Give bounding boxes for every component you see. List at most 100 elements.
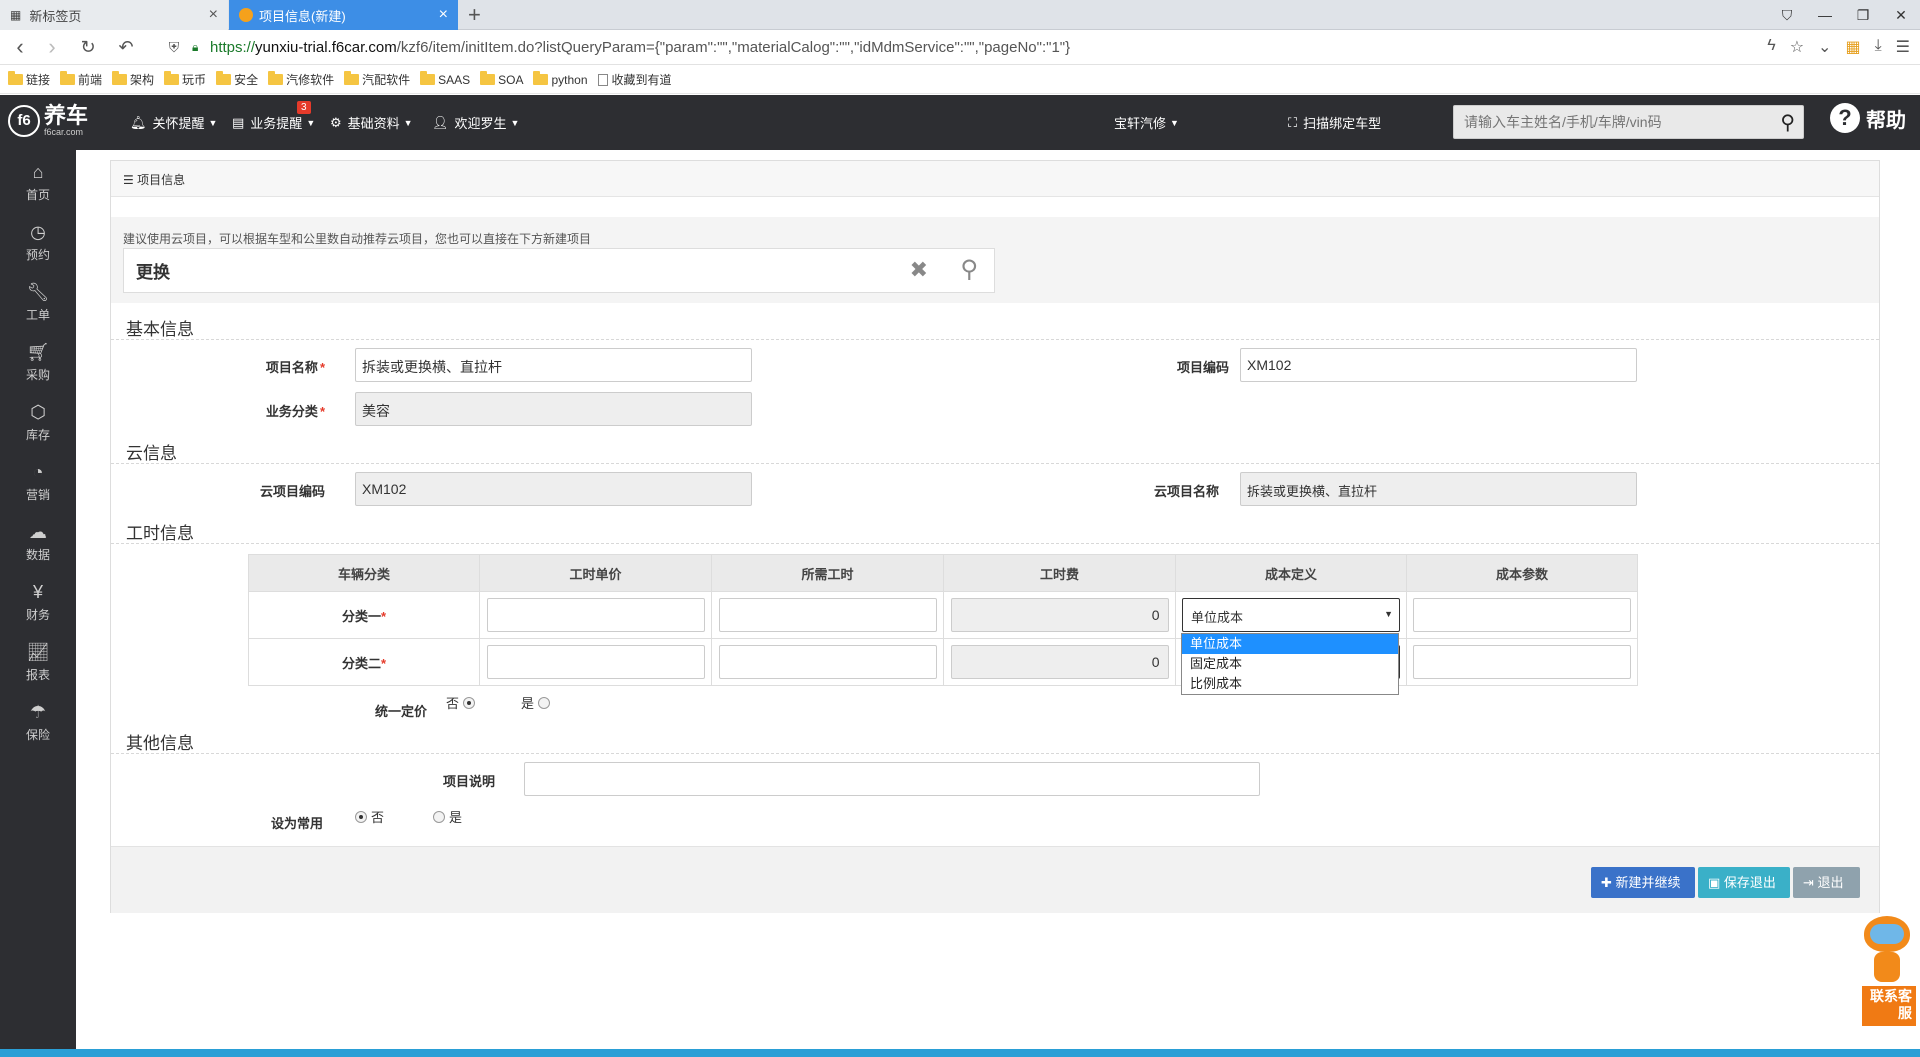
sidebar-item-booking[interactable]: ◷ 预约 [0, 210, 76, 270]
bookmark-link[interactable]: 收藏到有道 [597, 71, 672, 88]
shirt-icon[interactable]: ⛉ [1768, 0, 1806, 30]
bookmark-folder[interactable]: 前端 [60, 71, 102, 88]
browser-tab-new[interactable]: ▦ 新标签页 × [0, 0, 228, 30]
lock-icon: 🔒︎ [192, 40, 199, 54]
nav-care[interactable]: 🔔︎ 关怀提醒 ▼ [130, 95, 217, 150]
desc-input[interactable] [524, 762, 1260, 796]
star-icon[interactable]: ☆ [1790, 37, 1804, 57]
radio-unchecked[interactable] [538, 696, 551, 709]
sidebar-item-insurance[interactable]: ☂︎ 保险 [0, 690, 76, 750]
unit-price-input[interactable] [486, 598, 705, 632]
menu-icon[interactable]: ☰ [1896, 37, 1910, 57]
clear-icon[interactable]: ✖ [910, 257, 928, 283]
undo-icon[interactable]: ↶ [112, 35, 140, 59]
dropdown-option[interactable]: 比例成本 [1182, 674, 1398, 694]
category-select[interactable]: 美容 [355, 392, 752, 426]
item-name-input[interactable]: 拆装或更换横、直拉杆 [355, 348, 752, 382]
lightning-icon[interactable]: ϟ [1767, 37, 1775, 57]
user-icon: 👤︎ [432, 114, 449, 130]
labor-fee-input: 0 [950, 645, 1169, 679]
close-window-icon[interactable]: ✕ [1882, 0, 1920, 30]
back-icon[interactable]: ‹ [6, 35, 34, 59]
sidebar-item-report[interactable]: 📈︎ 报表 [0, 630, 76, 690]
search-icon[interactable]: ⚲ [960, 255, 978, 284]
unified-yes-radio[interactable]: 是 [521, 693, 551, 712]
sidebar: ⌂ 首页 ◷ 预约 🔧︎ 工单 🛒︎ 采购 ⬡ 库存 ◔ 营销 ☁︎ 数据 ¥ 财务 📈︎ 报表 … [0, 150, 76, 1057]
store-selector[interactable]: 宝轩汽修 ▼ [1114, 95, 1179, 150]
caret-down-icon: ▼ [208, 117, 218, 128]
search-icon[interactable]: ⚲ [1780, 110, 1795, 135]
gear-icon: ⚙ [330, 114, 342, 130]
minimize-icon[interactable]: — [1806, 0, 1844, 30]
document-icon: ▤ [232, 114, 245, 130]
chevron-down-icon[interactable]: ⌄ [1818, 37, 1831, 57]
home-icon: ⌂ [32, 162, 44, 182]
cost-def-select[interactable]: 单位成本 ▼ [1182, 598, 1400, 632]
scan-bind-button[interactable]: ⛶ 扫描绑定车型 [1288, 95, 1381, 150]
download-icon[interactable]: ⤓ [1875, 37, 1882, 57]
sidebar-item-home[interactable]: ⌂ 首页 [0, 150, 76, 210]
col-cost-def: 成本定义 [1175, 554, 1407, 592]
table-row: 分类二* 0 ▼ [248, 638, 1638, 686]
common-no-radio[interactable]: 否 [355, 807, 384, 826]
common-yes-radio[interactable]: 是 [433, 807, 462, 826]
bookmark-folder[interactable]: 架构 [112, 71, 154, 88]
close-icon[interactable]: × [439, 6, 448, 24]
divider [111, 339, 1879, 340]
dropdown-option[interactable]: 固定成本 [1182, 654, 1398, 674]
bookmark-folder[interactable]: python [533, 71, 588, 87]
exit-button[interactable]: ⇥ 退出 [1793, 867, 1860, 898]
radio-checked[interactable] [355, 810, 367, 823]
reload-icon[interactable]: ↻ [74, 35, 102, 59]
sidebar-item-finance[interactable]: ¥ 财务 [0, 570, 76, 630]
radio-unchecked[interactable] [433, 810, 445, 823]
url-field[interactable]: https://yunxiu-trial.f6car.com/kzf6/item… [210, 39, 1070, 56]
section-labor-title: 工时信息 [126, 524, 194, 543]
nav-basic[interactable]: ⚙ 基础资料 ▼ [330, 95, 413, 150]
bookmark-folder[interactable]: 汽配软件 [344, 71, 410, 88]
app-logo[interactable]: f6 养车 f6car.com [8, 105, 88, 137]
unit-price-input[interactable] [486, 645, 705, 679]
logo-text: 养车 [44, 103, 89, 128]
f6-favicon-icon [239, 8, 253, 22]
help-button[interactable]: ? 帮助 [1830, 103, 1906, 133]
forward-icon[interactable]: › [38, 35, 66, 59]
item-form-panel: ☰ 项目信息 建议使用云项目，可以根据车型和公里数自动推荐云项目，您也可以直接在… [110, 160, 1880, 913]
new-tab-icon[interactable]: + [468, 2, 481, 28]
chart-icon: 📈︎ [26, 642, 50, 662]
unified-no-radio[interactable]: 否 [446, 693, 476, 712]
apps-icon[interactable]: ▦ [1845, 37, 1860, 57]
bookmark-folder[interactable]: 玩币 [164, 71, 206, 88]
item-code-input[interactable]: XM102 [1240, 348, 1637, 382]
cloud-search-input[interactable] [124, 249, 824, 292]
sidebar-item-marketing[interactable]: ◔ 营销 [0, 450, 76, 510]
close-icon[interactable]: × [209, 6, 218, 24]
radio-checked[interactable] [463, 696, 476, 709]
save-exit-button[interactable]: ▣ 保存退出 [1698, 867, 1790, 898]
sidebar-item-workorder[interactable]: 🔧︎ 工单 [0, 270, 76, 330]
cost-param-input[interactable] [1413, 598, 1631, 632]
hours-input[interactable] [718, 645, 937, 679]
caret-down-icon: ▼ [1170, 117, 1179, 128]
sidebar-item-data[interactable]: ☁︎ 数据 [0, 510, 76, 570]
bookmark-folder[interactable]: 链接 [8, 71, 50, 88]
cost-param-input[interactable] [1413, 645, 1631, 679]
item-code-label: 项目编码 [1176, 360, 1229, 375]
customer-service-widget[interactable]: 联系客服 [1856, 910, 1916, 1030]
caret-down-icon: ▼ [403, 117, 413, 128]
restore-icon[interactable]: ❐ [1844, 0, 1882, 30]
sidebar-item-stock[interactable]: ⬡ 库存 [0, 390, 76, 450]
bookmark-folder[interactable]: SOA [480, 71, 523, 87]
shield-icon[interactable]: ⛨ [160, 35, 188, 59]
global-search-input[interactable] [1454, 106, 1754, 138]
bookmark-folder[interactable]: SAAS [420, 71, 470, 87]
sidebar-item-purchase[interactable]: 🛒︎ 采购 [0, 330, 76, 390]
bookmark-folder[interactable]: 安全 [216, 71, 258, 88]
folder-icon [8, 71, 23, 85]
nav-user[interactable]: 👤︎ 欢迎罗生 ▼ [432, 95, 519, 150]
browser-tab-active[interactable]: 项目信息(新建) × [229, 0, 458, 30]
hours-input[interactable] [718, 598, 937, 632]
bookmark-folder[interactable]: 汽修软件 [268, 71, 334, 88]
dropdown-option[interactable]: 单位成本 [1182, 634, 1398, 654]
new-continue-button[interactable]: ✚ 新建并继续 [1591, 867, 1695, 898]
